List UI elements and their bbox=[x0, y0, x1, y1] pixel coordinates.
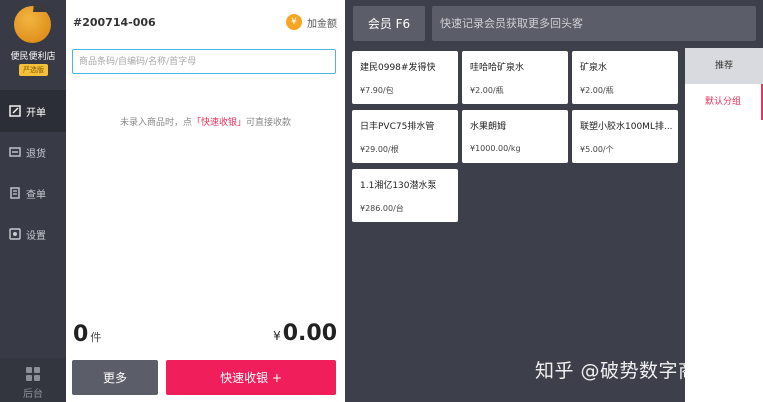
sidebar-item-backend[interactable]: 后台 bbox=[0, 358, 66, 402]
product-price: ¥5.00/个 bbox=[580, 145, 614, 154]
item-count-value: 0 bbox=[73, 322, 89, 347]
grid-icon bbox=[26, 367, 40, 381]
product-card[interactable]: 1.1湘亿130潜水泵 ¥286.00/台 bbox=[352, 169, 458, 222]
return-icon bbox=[9, 147, 21, 157]
hint-quick-checkout-link[interactable]: 「快速收银」 bbox=[192, 118, 246, 128]
product-name: 建民0998#发得快 bbox=[360, 63, 436, 73]
hint-text: 可直接收款 bbox=[246, 118, 292, 128]
crown-icon bbox=[33, 2, 47, 12]
store-name: 便民便利店 bbox=[10, 52, 56, 62]
store-edition-badge: 严选版 bbox=[19, 64, 48, 76]
order-total-value: 0.00 bbox=[282, 321, 337, 346]
category-list: 推荐 默认分组 bbox=[685, 48, 763, 402]
sidebar-item-orders[interactable]: 查单 bbox=[0, 172, 66, 214]
sidebar-item-returns[interactable]: 退货 bbox=[0, 131, 66, 173]
currency-symbol: ¥ bbox=[273, 329, 281, 343]
quick-checkout-button[interactable]: 快速收银 + bbox=[166, 360, 336, 395]
sidebar-nav: 便民便利店 严选版 开单 退货 查单 设置 后台 bbox=[0, 0, 66, 402]
product-card[interactable]: 建民0998#发得快 ¥7.90/包 bbox=[352, 51, 458, 104]
empty-cart-hint: 未录入商品时，点「快速收银」可直接收款 bbox=[66, 115, 345, 128]
add-amount-label: 加金额 bbox=[307, 18, 337, 30]
store-header[interactable]: 便民便利店 严选版 bbox=[0, 0, 66, 88]
product-price: ¥1000.00/kg bbox=[470, 144, 521, 153]
product-area: 会员 F6 建民0998#发得快 ¥7.90/包 哇哈哈矿泉水 ¥2.00/瓶 … bbox=[345, 0, 763, 402]
order-panel: #200714-006 ¥ 加金额 未录入商品时，点「快速收银」可直接收款 0件… bbox=[66, 0, 345, 402]
sidebar-item-label: 后台 bbox=[23, 389, 43, 400]
watermark-text: 知乎 @破势数字商业 bbox=[535, 360, 718, 382]
gear-icon bbox=[9, 228, 21, 240]
product-price: ¥29.00/根 bbox=[360, 145, 399, 154]
product-search-input[interactable] bbox=[72, 49, 336, 74]
sidebar-item-new-order[interactable]: 开单 bbox=[0, 90, 66, 132]
document-icon bbox=[10, 187, 20, 199]
product-card[interactable]: 水果朗姆 ¥1000.00/kg bbox=[462, 110, 568, 163]
order-total: ¥0.00 bbox=[273, 321, 337, 346]
product-price: ¥7.90/包 bbox=[360, 86, 394, 95]
order-number: #200714-006 bbox=[73, 16, 156, 29]
product-card[interactable]: 联塑小胶水100ML排... ¥5.00/个 bbox=[572, 110, 678, 163]
product-card[interactable]: 日丰PVC75排水管 ¥29.00/根 bbox=[352, 110, 458, 163]
product-name: 日丰PVC75排水管 bbox=[360, 122, 435, 132]
product-price: ¥286.00/台 bbox=[360, 204, 404, 213]
sidebar-item-label: 开单 bbox=[26, 107, 46, 119]
product-name: 哇哈哈矿泉水 bbox=[470, 63, 525, 73]
add-amount-button[interactable]: ¥ 加金额 bbox=[286, 14, 337, 30]
item-count: 0件 bbox=[73, 322, 101, 347]
item-count-unit: 件 bbox=[90, 331, 102, 344]
yen-coin-icon: ¥ bbox=[286, 14, 302, 30]
product-grid: 建民0998#发得快 ¥7.90/包 哇哈哈矿泉水 ¥2.00/瓶 矿泉水 ¥2… bbox=[345, 0, 685, 402]
edit-icon bbox=[9, 105, 21, 117]
product-name: 联塑小胶水100ML排... bbox=[580, 122, 673, 132]
product-name: 1.1湘亿130潜水泵 bbox=[360, 181, 437, 191]
hint-text: 未录入商品时，点 bbox=[119, 118, 192, 128]
product-price: ¥2.00/瓶 bbox=[580, 86, 614, 95]
product-card[interactable]: 哇哈哈矿泉水 ¥2.00/瓶 bbox=[462, 51, 568, 104]
sidebar-item-label: 退货 bbox=[26, 148, 46, 160]
sidebar-item-label: 设置 bbox=[26, 230, 46, 242]
more-button[interactable]: 更多 bbox=[72, 360, 158, 395]
product-price: ¥2.00/瓶 bbox=[470, 86, 504, 95]
product-name: 矿泉水 bbox=[580, 63, 608, 73]
category-default-group[interactable]: 默认分组 bbox=[685, 84, 763, 120]
product-card[interactable]: 矿泉水 ¥2.00/瓶 bbox=[572, 51, 678, 104]
sidebar-item-label: 查单 bbox=[26, 189, 46, 201]
category-recommend[interactable]: 推荐 bbox=[685, 48, 763, 84]
sidebar-item-settings[interactable]: 设置 bbox=[0, 213, 66, 255]
product-name: 水果朗姆 bbox=[470, 122, 507, 132]
